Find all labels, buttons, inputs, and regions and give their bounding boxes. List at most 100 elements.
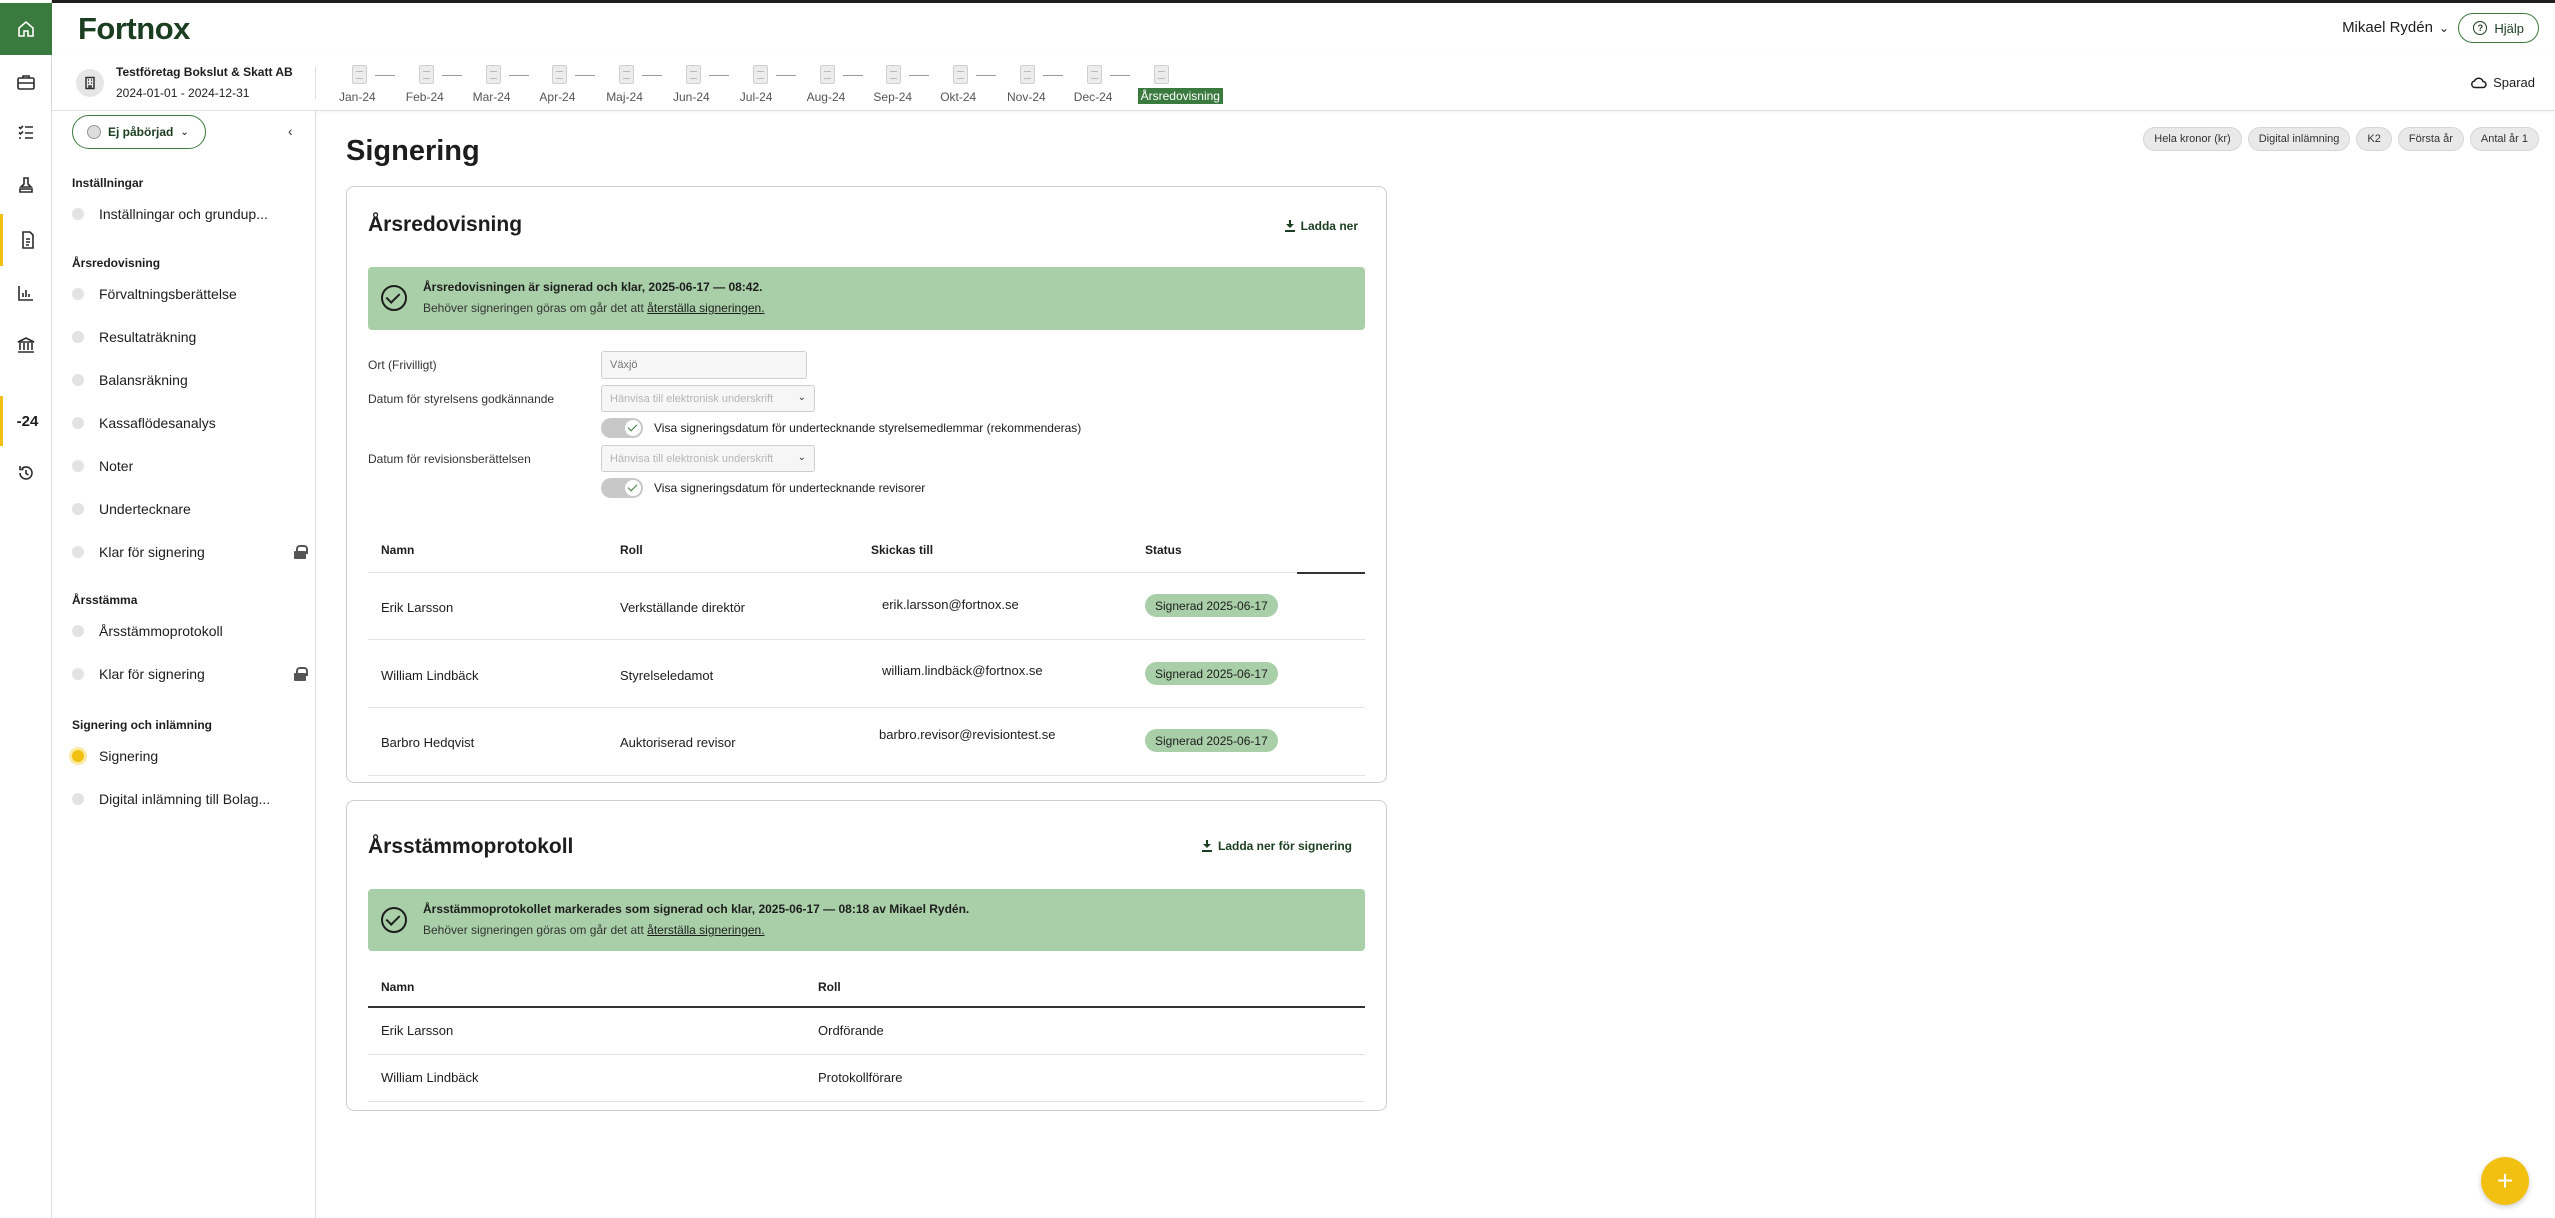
table-divider-accent	[1297, 572, 1365, 574]
audit-date-select[interactable]: Hänvisa till elektronisk underskrift ⌄	[601, 445, 815, 472]
sidebar-item[interactable]: Digital inlämning till Bolag...	[72, 785, 312, 813]
settings-tags: Hela kronor (kr) Digital inlämning K2 Först…	[2143, 127, 2539, 151]
setting-tag[interactable]: Digital inlämning	[2247, 127, 2351, 151]
month-label: Maj-24	[606, 90, 643, 104]
sidebar-item[interactable]: Klar för signering	[72, 660, 312, 688]
collapse-sidebar-icon[interactable]: ‹	[288, 123, 293, 139]
reset-signing-link[interactable]: återställa signeringen.	[647, 923, 764, 937]
setting-tag[interactable]: K2	[2356, 127, 2392, 151]
stamp-icon[interactable]	[0, 160, 52, 210]
row-divider	[368, 1101, 1365, 1102]
reset-signing-link[interactable]: återställa signeringen.	[647, 301, 764, 315]
status-badge: Signerad 2025-06-17	[1145, 729, 1278, 752]
status-badge: Signerad 2025-06-17	[1145, 594, 1278, 617]
document-icon	[1020, 65, 1035, 84]
sidebar-item[interactable]: Årsstämmoprotokoll	[72, 617, 312, 645]
timeline-connector	[842, 75, 863, 76]
row-divider	[368, 707, 1365, 708]
chevron-down-icon: ⌄	[797, 452, 806, 463]
row-divider	[368, 639, 1365, 640]
period-bar: Testföretag Bokslut & Skatt AB 2024-01-0…	[52, 55, 2555, 111]
fiscal-year-button[interactable]: -24	[0, 396, 52, 446]
status-dot-icon	[72, 546, 84, 558]
sidebar-item[interactable]: Undertecknare	[72, 495, 312, 523]
check-circle-icon	[381, 907, 407, 933]
sidebar-item-label: Kassaflödesanalys	[99, 415, 216, 431]
bank-icon[interactable]	[0, 320, 52, 370]
signer-name: William Lindbäck	[381, 668, 479, 683]
sidebar-item[interactable]: Resultaträkning	[72, 323, 312, 351]
alert-text: Behöver signeringen göras om går det att	[423, 301, 648, 315]
download-label: Ladda ner	[1300, 219, 1358, 233]
sidebar-item-label: Resultaträkning	[99, 329, 197, 345]
user-menu[interactable]: Mikael Rydén ⌄	[2342, 19, 2449, 36]
board-date-select[interactable]: Hänvisa till elektronisk underskrift ⌄	[601, 385, 815, 412]
board-date-toggle[interactable]	[601, 418, 643, 438]
toggle-check-icon	[625, 480, 641, 496]
month-label: Sep-24	[873, 90, 913, 104]
sidebar-item[interactable]: Kassaflödesanalys	[72, 409, 312, 437]
history-icon[interactable]	[0, 448, 52, 498]
question-icon: ?	[2473, 21, 2488, 35]
audit-date-toggle[interactable]	[601, 478, 643, 498]
saved-label: Sparad	[2493, 75, 2535, 90]
status-dot-icon	[72, 625, 84, 637]
participant-role: Ordförande	[818, 1023, 884, 1038]
fiscal-period: 2024-01-01 - 2024-12-31	[116, 86, 250, 100]
checklist-icon[interactable]	[0, 107, 52, 157]
status-dot-icon	[72, 331, 84, 343]
sidebar-item[interactable]: Noter	[72, 452, 312, 480]
signer-role: Styrelseledamot	[620, 668, 714, 683]
timeline-connector	[1043, 75, 1063, 76]
sidebar-section-title: Årsstämma	[72, 593, 138, 607]
home-icon[interactable]	[0, 3, 52, 55]
month-label: Mar-24	[472, 90, 511, 104]
alert-text: Behöver signeringen göras om går det att	[423, 923, 648, 937]
table-divider	[368, 572, 1365, 573]
download-icon	[1284, 220, 1295, 232]
timeline-connector	[508, 75, 529, 76]
annual-report-icon[interactable]	[0, 214, 52, 266]
status-dot-icon	[72, 208, 84, 220]
chart-icon[interactable]	[0, 268, 52, 318]
column-header-role: Roll	[620, 543, 643, 557]
fiscal-year-label: -24	[16, 412, 39, 430]
setting-tag[interactable]: Första år	[2397, 127, 2464, 151]
building-icon[interactable]	[76, 69, 104, 97]
help-label: Hjälp	[2494, 20, 2524, 36]
sidebar-item[interactable]: Balansräkning	[72, 366, 312, 394]
fortnox-logo[interactable]: Fortnox	[78, 11, 190, 47]
signed-alert: Årsredovisningen är signerad och klar, 2…	[368, 267, 1365, 330]
setting-tag[interactable]: Antal år 1	[2469, 127, 2539, 151]
document-icon	[886, 65, 902, 84]
month-label: Apr-24	[539, 90, 576, 104]
sidebar-item[interactable]: Förvaltningsberättelse	[72, 280, 312, 308]
column-header-role: Roll	[818, 980, 841, 994]
sidebar-item-label: Digital inlämning till Bolag...	[99, 791, 271, 807]
divider	[315, 67, 316, 99]
timeline-connector	[642, 75, 663, 76]
status-dropdown[interactable]: Ej påbörjad ⌄	[72, 115, 206, 149]
download-for-signing-button[interactable]: Ladda ner för signering	[1201, 839, 1352, 853]
toggle-check-icon	[625, 420, 641, 436]
help-button[interactable]: ? Hjälp	[2458, 13, 2539, 43]
sidebar-item[interactable]: Signering	[72, 742, 312, 770]
chevron-down-icon: ⌄	[797, 392, 806, 403]
sidebar-item[interactable]: Klar för signering	[72, 538, 312, 566]
setting-tag[interactable]: Hela kronor (kr)	[2143, 127, 2242, 151]
audit-date-value: Hänvisa till elektronisk underskrift	[610, 452, 774, 465]
signer-email: barbro.revisor@revisiontest.se	[879, 727, 1056, 742]
status-dot-icon	[72, 668, 84, 680]
signer-name: Erik Larsson	[381, 600, 454, 615]
alert-message: Årsredovisningen är signerad och klar, 2…	[423, 280, 763, 294]
city-input[interactable]	[601, 351, 807, 379]
add-button[interactable]: +	[2481, 1157, 2529, 1205]
month-label: Jul-24	[739, 90, 773, 104]
briefcase-icon[interactable]	[0, 57, 52, 107]
status-dot-icon	[72, 793, 84, 805]
board-date-label: Datum för styrelsens godkännande	[368, 392, 555, 406]
sidebar-section-title: Årsredovisning	[72, 256, 161, 270]
document-icon	[485, 65, 501, 84]
sidebar-item[interactable]: Inställningar och grundup...	[72, 200, 312, 228]
download-button[interactable]: Ladda ner	[1284, 219, 1358, 233]
